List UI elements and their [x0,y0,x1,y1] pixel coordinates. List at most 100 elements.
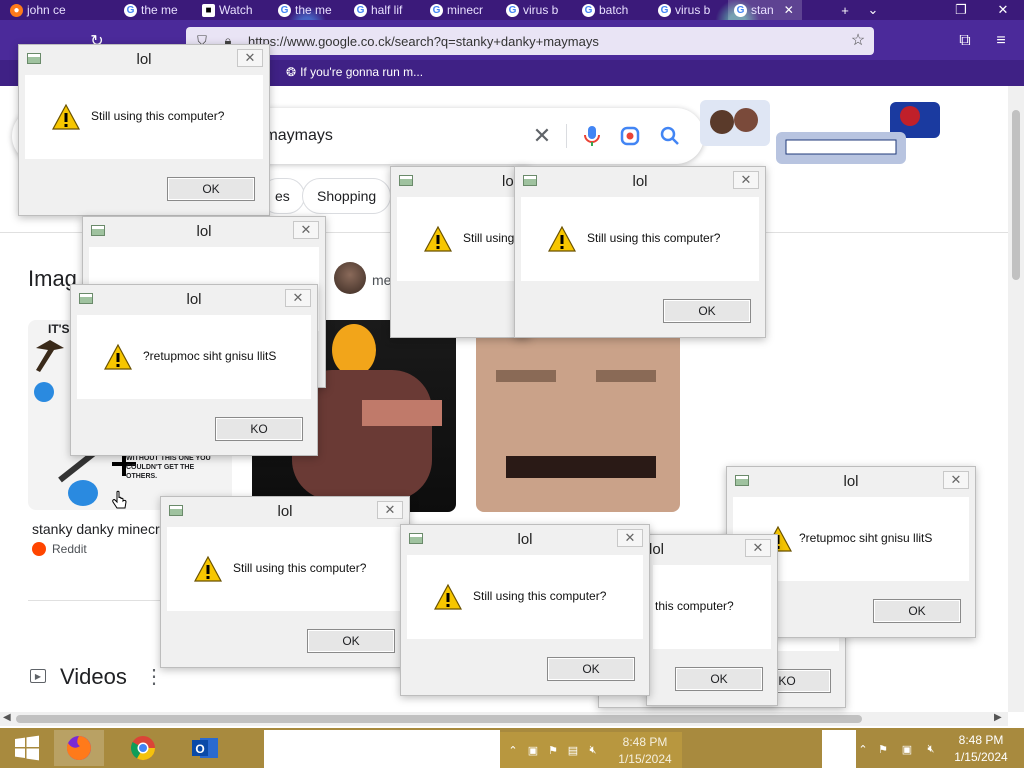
clear-search-icon[interactable]: ✕ [530,123,554,148]
result-title[interactable]: stanky danky minecr [32,521,160,537]
tab-label: virus b [675,3,711,17]
tab-7[interactable]: G batch [576,0,652,20]
bookmark-item[interactable]: ❂ If you're gonna run m... [286,65,423,79]
menu-icon[interactable]: ≡ [990,30,1012,52]
ok-button[interactable]: OK [307,629,395,653]
taskbar-outlook[interactable]: O [180,730,230,766]
result-source[interactable]: Reddit [32,542,87,556]
volume-muted-icon[interactable]: 🔇︎ [924,743,938,755]
tab-5[interactable]: G minecr [424,0,500,20]
warning-icon [547,225,577,252]
dialog-window[interactable]: lol ✕ Still using this computer? OK [160,496,410,668]
scroll-right-icon[interactable]: ▶ [994,712,1002,723]
taskbar-chrome[interactable] [118,730,168,766]
close-icon[interactable]: ✕ [733,171,759,189]
horizontal-scrollbar[interactable]: ◀ ▶ [0,712,1008,726]
close-icon[interactable]: ✕ [617,529,643,547]
close-icon[interactable]: ✕ [943,471,969,489]
network-icon[interactable]: ▣ [526,744,540,757]
tab-1[interactable]: G the me [118,0,194,20]
tab-4[interactable]: G half lif [348,0,424,20]
network-icon[interactable]: ▣ [900,743,914,756]
scroll-left-icon[interactable]: ◀ [3,712,11,723]
filter-chip-shopping[interactable]: Shopping [302,178,392,214]
image-result-face[interactable] [476,320,680,512]
close-icon[interactable]: ✕ [377,501,403,519]
tab-0[interactable]: ● john ce [4,0,112,20]
dialog-title: lol [843,473,859,490]
microphone-icon[interactable] [580,124,604,148]
hand-cursor-icon [112,490,127,509]
close-window-icon[interactable]: ✕ [990,0,1016,20]
new-tab-icon[interactable]: + [832,0,858,20]
flag-icon[interactable]: ⚑ [546,744,560,757]
ok-button[interactable]: OK [873,599,961,623]
google-doodle[interactable] [700,96,940,166]
dialog-title: lol [277,503,293,520]
google-lens-icon[interactable] [618,124,642,148]
dialog-message: Still using this computer? [473,589,607,603]
tab-bar: ● john ce G the me ■ Watch G the me G ha… [0,0,1024,20]
close-icon[interactable]: ✕ [293,221,319,239]
avatar[interactable] [334,262,366,294]
ok-button[interactable]: OK [547,657,635,681]
dialog-message: Still using this computer? [233,561,367,575]
close-icon[interactable]: ✕ [237,49,263,67]
close-icon[interactable]: ✕ [285,289,311,307]
system-clock[interactable]: 8:48 PM 1/15/2024 [946,732,1016,766]
tab-8[interactable]: G virus b [652,0,728,20]
video-play-icon: ▶ [30,669,46,683]
meme-text: WITHOUT THIS ONE YOU COULDN'T GET THE OT… [126,455,211,480]
tab-label: virus b [523,3,559,17]
dialog-window[interactable]: lol Still using [390,166,530,338]
tab-3[interactable]: G the me [272,0,348,20]
close-tab-icon[interactable]: ✕ [784,3,794,17]
tab-2[interactable]: ■ Watch [196,0,272,20]
ok-button[interactable]: OK [663,299,751,323]
dialog-window[interactable]: lol ✕ ?retupmoc siht gnisu llitS KO [70,284,318,456]
ok-button[interactable]: OK [167,177,255,201]
search-icon[interactable] [658,124,682,148]
close-icon[interactable]: ✕ [745,539,771,557]
tab-label: half lif [371,3,403,17]
google-icon: G [734,3,747,17]
battery-icon[interactable]: ▤ [566,744,580,757]
dialog-title: lol [136,51,152,68]
reddit-icon [32,542,46,556]
dialog-title: lol [632,173,648,190]
vertical-scrollbar[interactable] [1008,86,1024,712]
tab-label: Watch [219,3,253,17]
warning-icon [193,555,223,582]
dialog-window[interactable]: lol ✕ this computer? OK [646,534,778,706]
dialog-window[interactable]: lol ✕ Still using this computer? OK [514,166,766,338]
star-icon[interactable]: ☆ [850,32,866,49]
tab-label: the me [295,3,332,17]
warning-icon [433,583,463,610]
videos-heading: Videos [60,664,127,689]
app-icon [399,175,413,186]
chevron-up-icon[interactable]: ⌃ [506,744,520,757]
dialog-window[interactable]: lol ✕ Still using this computer? OK [18,44,270,216]
start-button[interactable] [2,730,52,766]
restore-window-icon[interactable]: ❐ [948,0,974,20]
extensions-icon[interactable]: ⧉ [954,30,976,52]
tab-9-active[interactable]: G stan ✕ [728,0,802,20]
google-icon: G [124,3,137,17]
tab-6[interactable]: G virus b [500,0,576,20]
flag-icon[interactable]: ⚑ [876,743,890,756]
volume-muted-icon[interactable]: 🔇︎ [586,744,600,756]
google-icon: G [354,3,367,17]
url-bar[interactable]: ⛉ 🔒︎ https://www.google.co.ck/search?q=s… [186,27,874,55]
google-icon: G [506,3,519,17]
taskbar-firefox[interactable] [54,730,104,766]
chevron-up-icon[interactable]: ⌃ [856,743,870,756]
chevron-down-icon[interactable]: ⌄ [860,0,886,20]
ko-button[interactable]: KO [215,417,303,441]
tab-label: minecr [447,3,484,17]
dialog-message: this computer? [655,599,734,613]
tab-label: stan [751,3,774,17]
google-icon: G [582,3,595,17]
dialog-window[interactable]: lol ✕ Still using this computer? OK [400,524,650,696]
clock-time: 8:48 PM [958,733,1004,747]
ok-button[interactable]: OK [675,667,763,691]
